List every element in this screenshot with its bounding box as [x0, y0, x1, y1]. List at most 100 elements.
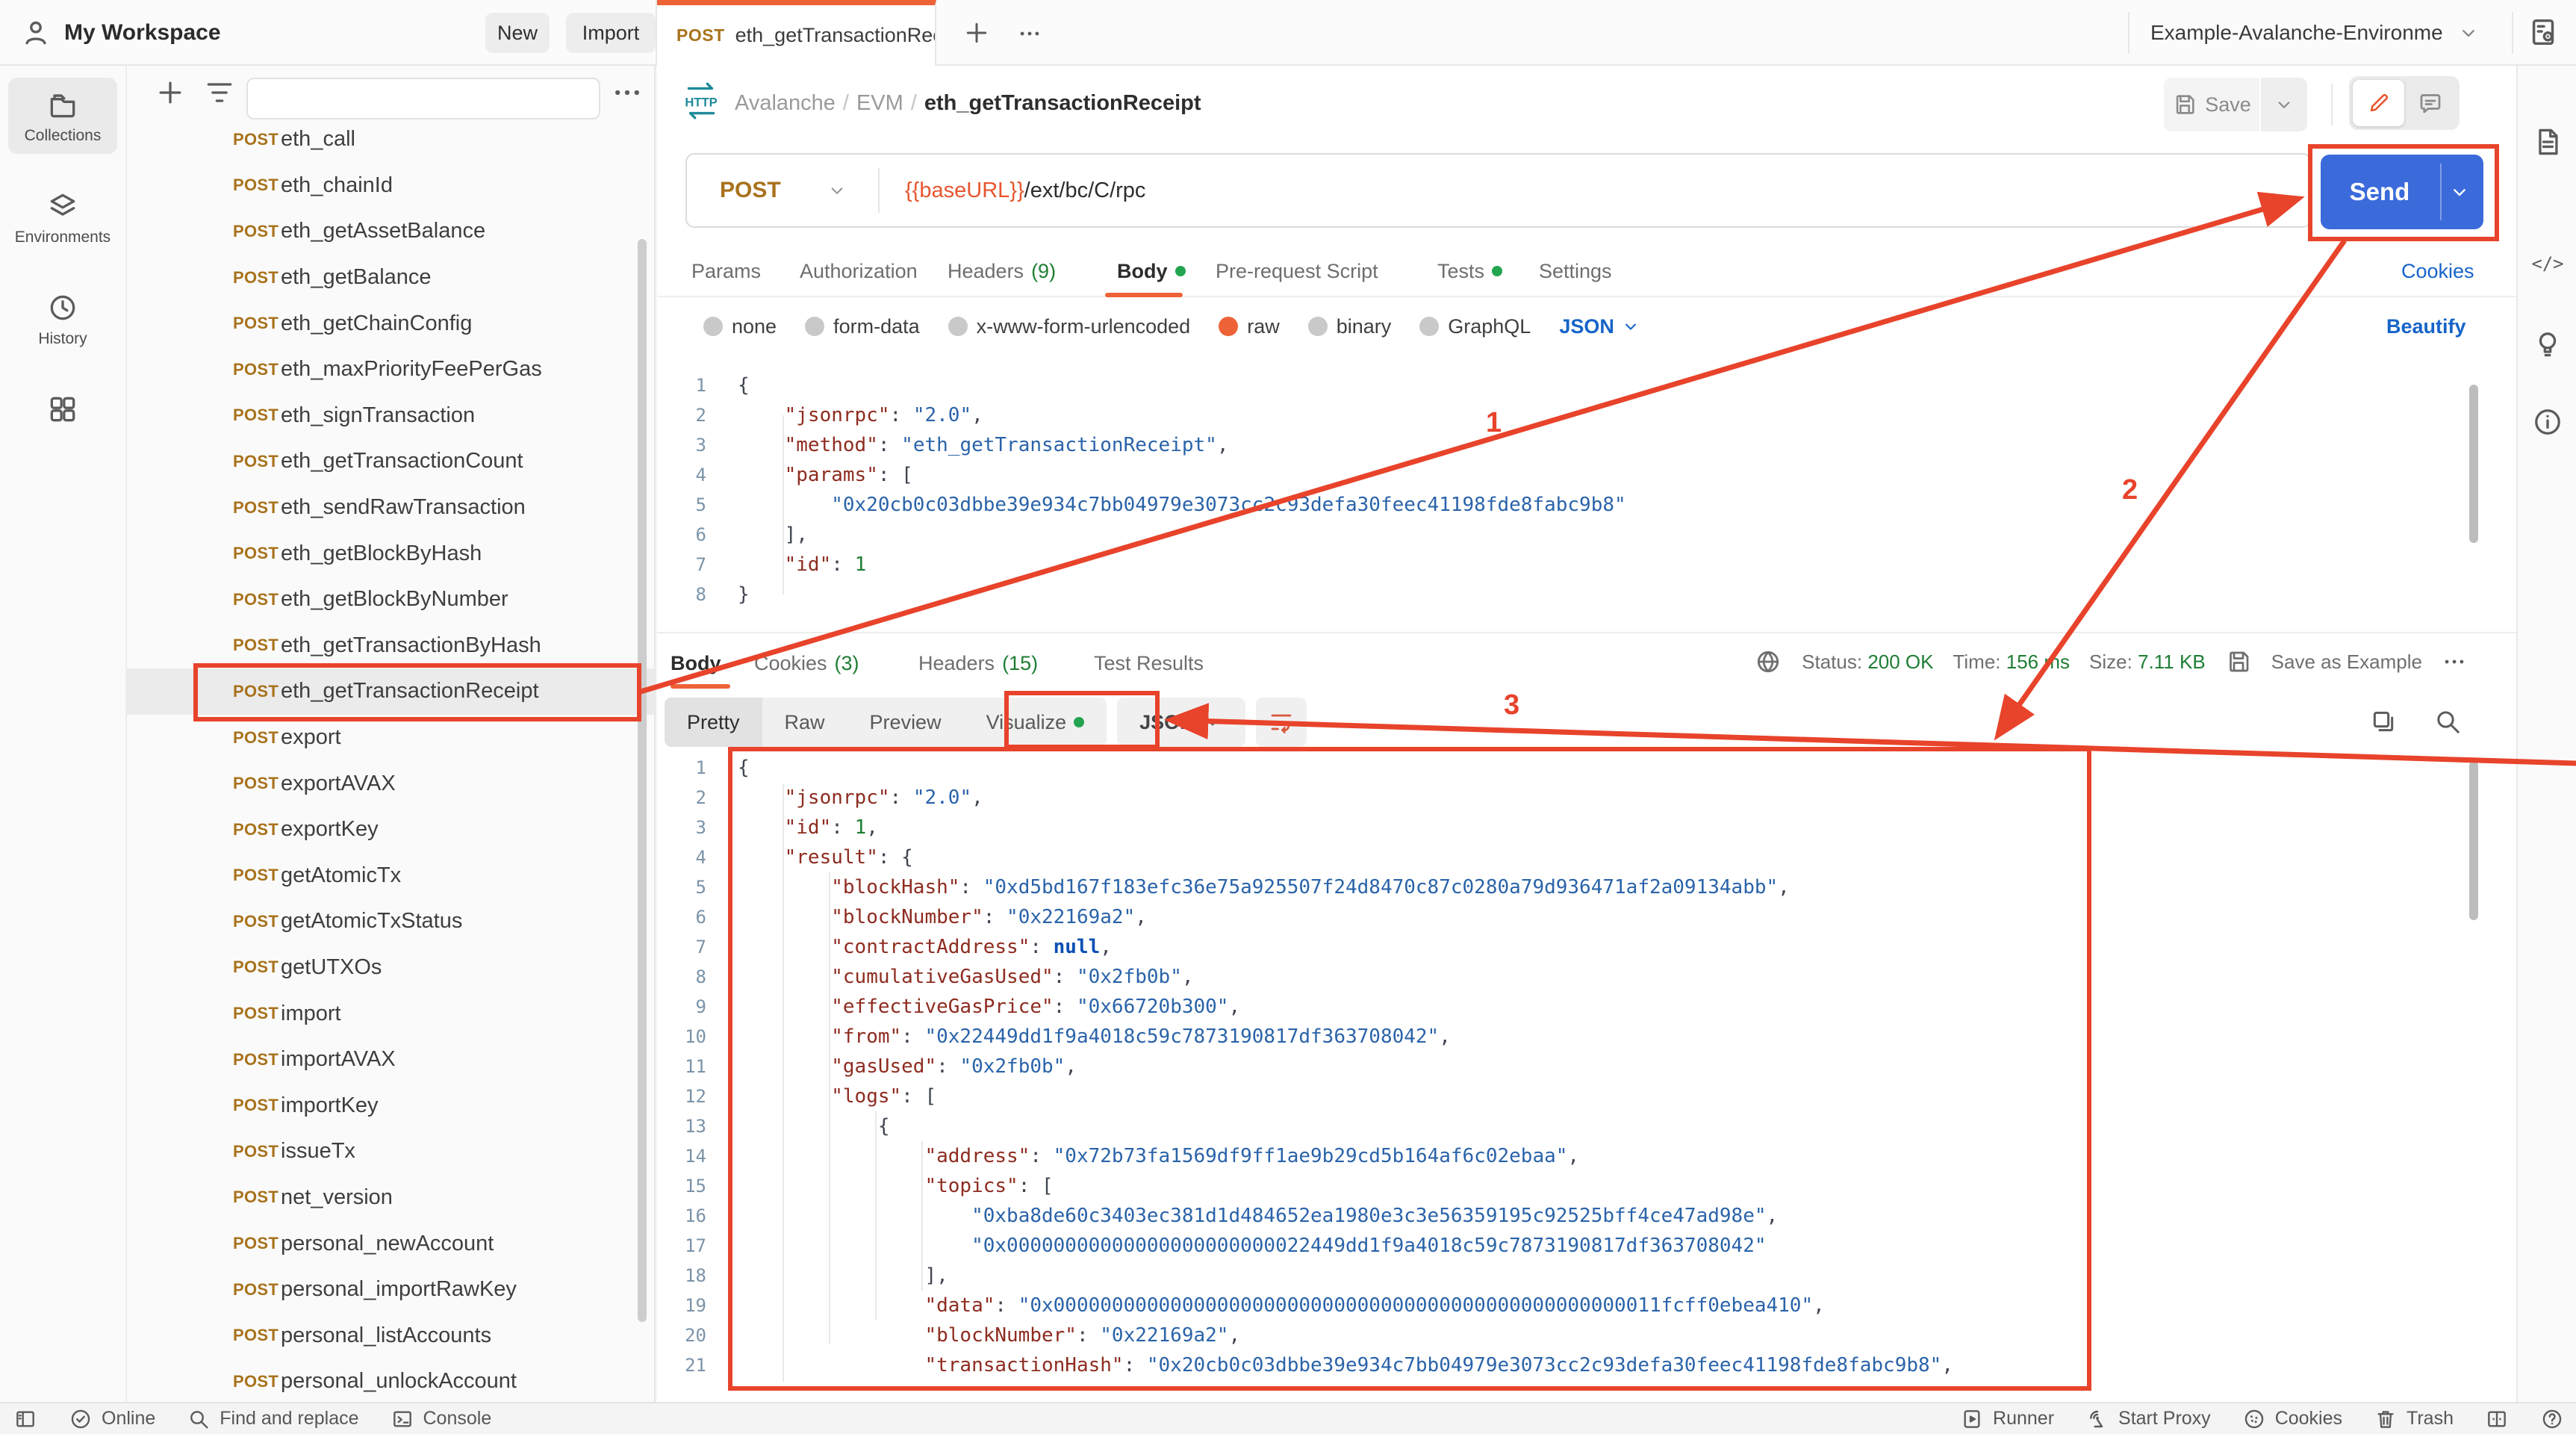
- beautify-link[interactable]: Beautify: [2386, 315, 2466, 338]
- sidebar-scrollbar[interactable]: [638, 239, 647, 1322]
- sidebar-item-export[interactable]: POST export: [127, 715, 654, 761]
- body-type-raw[interactable]: raw: [1219, 315, 1280, 338]
- body-type-form-data[interactable]: form-data: [805, 315, 920, 338]
- statusbar-panel[interactable]: [13, 1407, 37, 1431]
- lightbulb-icon[interactable]: [2531, 327, 2564, 360]
- sidebar-item-personal_newAccount[interactable]: POST personal_newAccount: [127, 1220, 654, 1267]
- sidebar-item-importKey[interactable]: POST importKey: [127, 1082, 654, 1129]
- sidebar-item-eth_getChainConfig[interactable]: POST eth_getChainConfig: [127, 300, 654, 347]
- tab-pre-request-script[interactable]: Pre-request Script: [1216, 246, 1378, 296]
- sidebar-item-eth_getTransactionByHash[interactable]: POST eth_getTransactionByHash: [127, 623, 654, 669]
- sidebar-item-eth_getTransactionReceipt[interactable]: POST eth_getTransactionReceipt: [127, 668, 654, 715]
- sidebar-item-eth_getBalance[interactable]: POST eth_getBalance: [127, 255, 654, 301]
- user-icon[interactable]: [19, 16, 52, 49]
- send-options-chevron-icon[interactable]: [2448, 180, 2471, 204]
- import-button[interactable]: Import: [566, 13, 656, 53]
- sidebar-item-eth_maxPriorityFeePerGas[interactable]: POST eth_maxPriorityFeePerGas: [127, 347, 654, 393]
- url-input[interactable]: {{baseURL}}/ext/bc/C/rpc: [905, 155, 1145, 226]
- language-dropdown[interactable]: JSON: [1559, 315, 1641, 338]
- view-tab-visualize[interactable]: Visualize: [963, 698, 1107, 747]
- copy-icon[interactable]: [2368, 707, 2398, 736]
- tab-settings[interactable]: Settings: [1539, 246, 1612, 296]
- environment-quick-look-icon[interactable]: [2527, 15, 2561, 49]
- tab-headers[interactable]: Headers (9): [948, 246, 1056, 296]
- tab-options-more-icon[interactable]: [1017, 21, 1042, 46]
- statusbar-online[interactable]: Online: [69, 1407, 155, 1431]
- tab-body[interactable]: Body: [1117, 246, 1186, 296]
- new-tab-plus-icon[interactable]: [962, 18, 992, 48]
- sidebar-search-input[interactable]: [246, 78, 600, 120]
- sidebar-item-net_version[interactable]: POST net_version: [127, 1175, 654, 1221]
- statusbar-start-proxy[interactable]: Start Proxy: [2085, 1407, 2211, 1431]
- sidebar-item-personal_importRawKey[interactable]: POST personal_importRawKey: [127, 1267, 654, 1313]
- tab-authorization[interactable]: Authorization: [800, 246, 918, 296]
- request-body-editor[interactable]: 1{2 "jsonrpc": "2.0", 3 "method": "eth_ge…: [657, 358, 2494, 632]
- statusbar-find-and-replace[interactable]: Find and replace: [187, 1407, 359, 1431]
- sidebar-item-eth_call[interactable]: POST eth_call: [127, 117, 654, 163]
- wrap-lines-button[interactable]: [1255, 698, 1307, 747]
- statusbar-split[interactable]: [2485, 1407, 2509, 1431]
- sidebar-item-eth_getAssetBalance[interactable]: POST eth_getAssetBalance: [127, 208, 654, 255]
- sidebar-item-issueTx[interactable]: POST issueTx: [127, 1129, 654, 1175]
- view-tab-pretty[interactable]: Pretty: [665, 698, 762, 747]
- body-type-none[interactable]: none: [703, 315, 777, 338]
- sidebar-item-getAtomicTxStatus[interactable]: POST getAtomicTxStatus: [127, 898, 654, 945]
- response-tab-cookies[interactable]: Cookies (3): [754, 639, 859, 688]
- sidebar-item-exportKey[interactable]: POST exportKey: [127, 807, 654, 853]
- sidebar-item-import[interactable]: POST import: [127, 990, 654, 1037]
- method-dropdown[interactable]: POST: [720, 155, 848, 226]
- save-options-button[interactable]: [2261, 78, 2307, 131]
- sidebar-item-eth_getBlockByHash[interactable]: POST eth_getBlockByHash: [127, 530, 654, 577]
- open-request-tab[interactable]: POST eth_getTransactionRece: [657, 0, 936, 66]
- sidebar-item-personal_listAccounts[interactable]: POST personal_listAccounts: [127, 1312, 654, 1359]
- response-tab-test-results[interactable]: Test Results: [1094, 639, 1204, 688]
- documentation-icon[interactable]: [2531, 125, 2564, 158]
- view-tab-preview[interactable]: Preview: [847, 698, 964, 747]
- sidebar-item-eth_sendRawTransaction[interactable]: POST eth_sendRawTransaction: [127, 485, 654, 531]
- response-tab-headers[interactable]: Headers (15): [918, 639, 1038, 688]
- sidebar-item-eth_getBlockByNumber[interactable]: POST eth_getBlockByNumber: [127, 577, 654, 623]
- sidebar-item-importAVAX[interactable]: POST importAVAX: [127, 1037, 654, 1083]
- sidebar-item-personal_unlockAccount[interactable]: POST personal_unlockAccount: [127, 1359, 654, 1402]
- response-editor-scrollbar[interactable]: [2469, 761, 2478, 920]
- response-language-dropdown[interactable]: JSON: [1117, 698, 1245, 747]
- rail-item-grid[interactable]: [8, 382, 117, 435]
- body-type-x-www-form-urlencoded[interactable]: x-www-form-urlencoded: [948, 315, 1190, 338]
- add-request-plus-icon[interactable]: [154, 76, 187, 109]
- body-type-binary[interactable]: binary: [1307, 315, 1391, 338]
- breadcrumb-folder[interactable]: EVM: [856, 91, 903, 115]
- statusbar-help[interactable]: [2540, 1407, 2564, 1431]
- save-as-example-button[interactable]: Save as Example: [2271, 651, 2422, 674]
- sidebar-item-exportAVAX[interactable]: POST exportAVAX: [127, 760, 654, 807]
- request-editor-scrollbar[interactable]: [2469, 385, 2478, 543]
- cookies-link[interactable]: Cookies: [2401, 260, 2474, 283]
- environment-selector[interactable]: Example-Avalanche-Environme: [2150, 0, 2480, 66]
- info-icon[interactable]: [2531, 406, 2564, 438]
- response-body-editor[interactable]: 1{2 "jsonrpc": "2.0", 3 "id": 1, 4 "result…: [657, 750, 2494, 1402]
- sidebar-item-getAtomicTx[interactable]: POST getAtomicTx: [127, 853, 654, 899]
- sidebar-item-eth_chainId[interactable]: POST eth_chainId: [127, 163, 654, 209]
- rail-item-collections[interactable]: Collections: [8, 78, 117, 154]
- response-more-icon[interactable]: [2442, 649, 2467, 674]
- statusbar-runner[interactable]: Runner: [1960, 1407, 2054, 1431]
- statusbar-cookies[interactable]: Cookies: [2242, 1407, 2342, 1431]
- network-globe-icon[interactable]: [1754, 648, 1782, 676]
- code-snippet-icon[interactable]: </>: [2531, 246, 2564, 279]
- rail-item-environments[interactable]: Environments: [8, 179, 117, 255]
- response-tab-body[interactable]: Body: [671, 639, 721, 688]
- tab-params[interactable]: Params: [691, 246, 761, 296]
- search-response-icon[interactable]: [2433, 707, 2463, 736]
- edit-mode-button[interactable]: [2353, 80, 2404, 126]
- sidebar-item-getUTXOs[interactable]: POST getUTXOs: [127, 945, 654, 991]
- statusbar-console[interactable]: Console: [391, 1407, 491, 1431]
- sidebar-more-icon[interactable]: [611, 76, 644, 109]
- statusbar-trash[interactable]: Trash: [2374, 1407, 2454, 1431]
- view-tab-raw[interactable]: Raw: [762, 698, 847, 747]
- sidebar-item-eth_getTransactionCount[interactable]: POST eth_getTransactionCount: [127, 438, 654, 485]
- filter-icon[interactable]: [203, 76, 236, 109]
- workspace-title[interactable]: My Workspace: [64, 20, 221, 46]
- tab-tests[interactable]: Tests: [1437, 246, 1503, 296]
- new-button[interactable]: New: [485, 13, 550, 53]
- breadcrumb-collection[interactable]: Avalanche: [735, 91, 836, 115]
- body-type-graphql[interactable]: GraphQL: [1419, 315, 1531, 338]
